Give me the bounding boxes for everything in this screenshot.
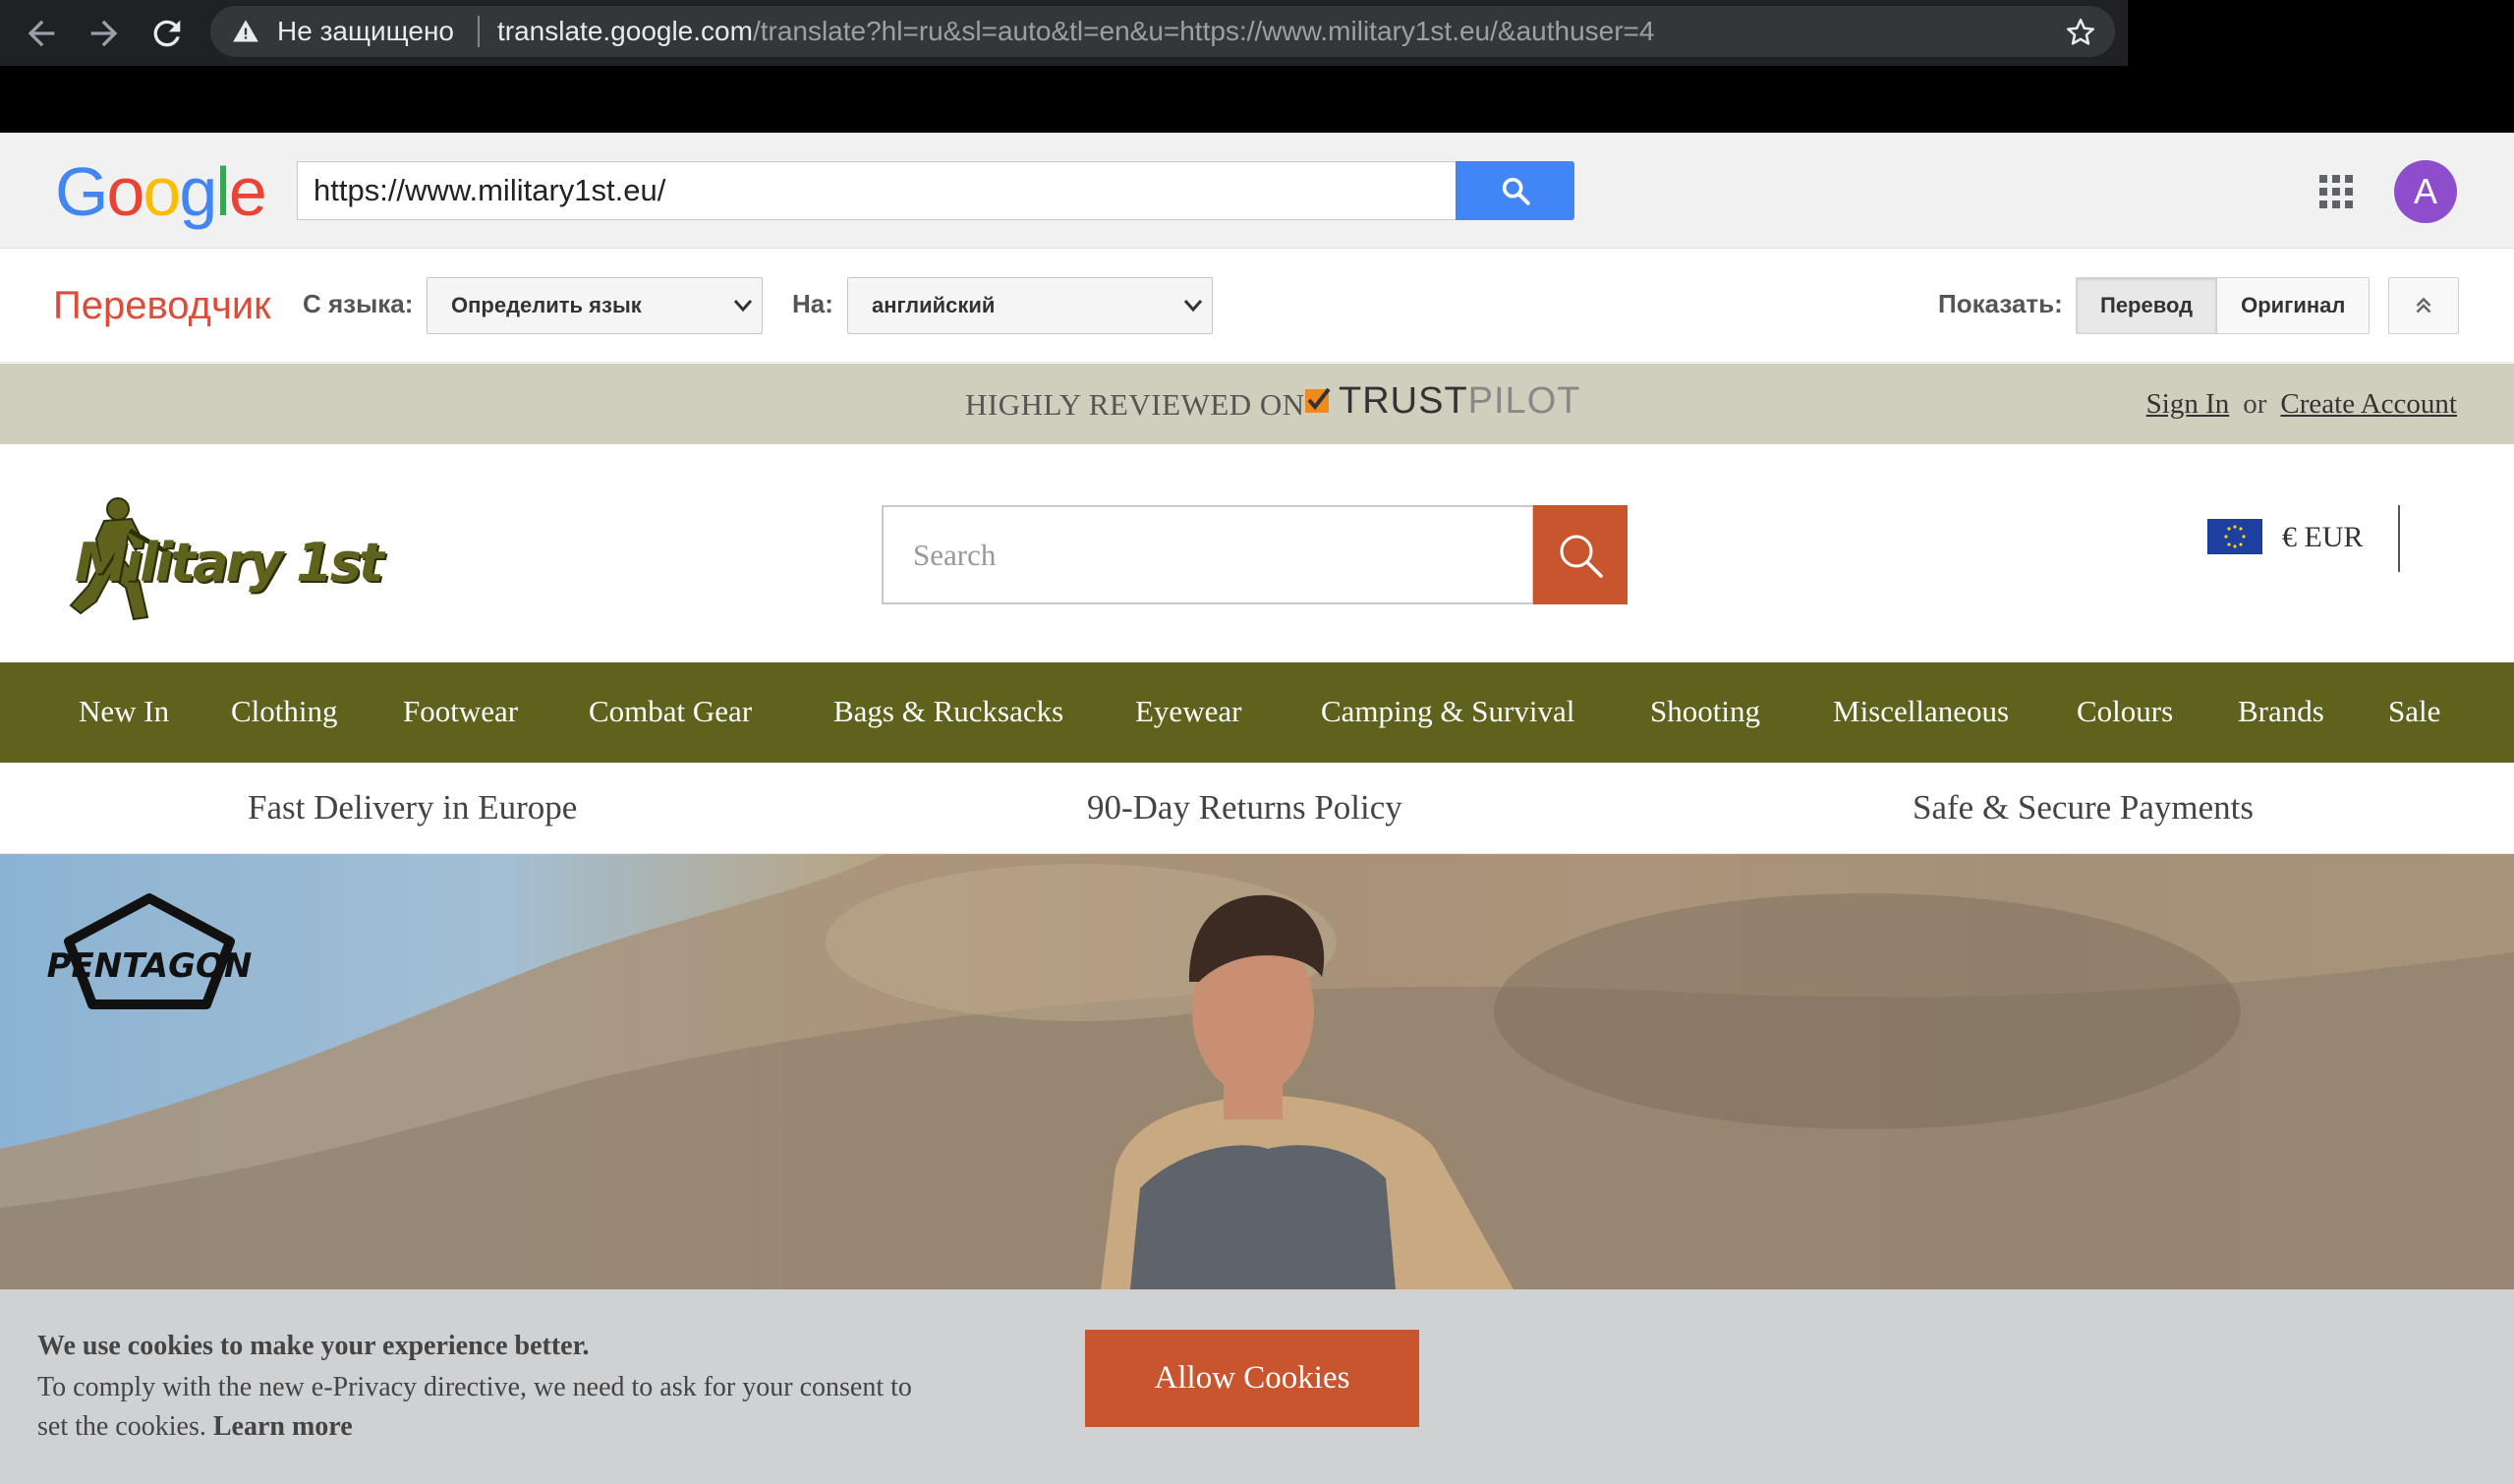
translate-url-submit-button[interactable] bbox=[1456, 161, 1574, 220]
translate-brand[interactable]: Переводчик bbox=[53, 281, 271, 330]
pentagon-logo-text: PENTAGON bbox=[47, 946, 253, 986]
forward-icon[interactable] bbox=[85, 14, 124, 53]
nav-item-eyewear[interactable]: Eyewear bbox=[1135, 692, 1241, 731]
avatar[interactable]: A bbox=[2394, 160, 2457, 223]
allow-cookies-button[interactable]: Allow Cookies bbox=[1085, 1330, 1419, 1427]
show-label: Показать: bbox=[1938, 289, 2063, 318]
nav-item-sale[interactable]: Sale bbox=[2388, 692, 2440, 731]
chevron-up-double-icon bbox=[2416, 297, 2431, 314]
sign-in-link[interactable]: Sign In bbox=[2146, 388, 2230, 420]
browser-toolbar-extension bbox=[2128, 0, 2514, 66]
create-account-link[interactable]: Create Account bbox=[2280, 388, 2457, 420]
from-language-select[interactable]: Определить язык bbox=[427, 277, 763, 334]
google-logo[interactable]: Google bbox=[55, 152, 267, 231]
nav-item-miscellaneous[interactable]: Miscellaneous bbox=[1833, 692, 2009, 731]
apps-grid-icon[interactable] bbox=[2319, 175, 2353, 208]
hero-banner[interactable] bbox=[0, 854, 2514, 1289]
original-view-button[interactable]: Оригинал bbox=[2217, 278, 2370, 333]
trust-text: HIGHLY REVIEWED ON bbox=[965, 387, 1305, 422]
eu-stars bbox=[2224, 525, 2246, 548]
collapse-toolbar-button[interactable] bbox=[2388, 277, 2459, 334]
nav-item-colours[interactable]: Colours bbox=[2077, 692, 2173, 731]
from-language-label: С языка: bbox=[303, 289, 414, 318]
nav-item-combat-gear[interactable]: Combat Gear bbox=[589, 692, 752, 731]
back-icon[interactable] bbox=[22, 14, 61, 53]
browser-bookmarks-area bbox=[0, 66, 2514, 133]
site-logo-text: Military 1st bbox=[75, 532, 384, 594]
usp-returns: 90-Day Returns Policy bbox=[1087, 788, 1402, 827]
translate-url-input[interactable]: https://www.military1st.eu/ bbox=[297, 161, 1457, 220]
insecure-label: Не защищено bbox=[277, 16, 454, 46]
search-icon bbox=[1502, 177, 1530, 205]
logo-letter: g bbox=[179, 153, 217, 230]
nav-item-new-in[interactable]: New In bbox=[79, 692, 169, 731]
hero-image bbox=[0, 854, 2514, 1289]
site-search-input[interactable]: Search bbox=[882, 505, 1534, 604]
logo-letter: o bbox=[106, 153, 144, 230]
trustpilot-brand-b: PILOT bbox=[1467, 380, 1581, 422]
logo-letter: e bbox=[228, 153, 267, 230]
account-links: Sign In or Create Account bbox=[2146, 386, 2457, 422]
trustpilot-check-icon bbox=[1305, 387, 1331, 413]
nav-item-brands[interactable]: Brands bbox=[2238, 692, 2324, 731]
from-language-value: Определить язык bbox=[451, 293, 642, 317]
url-path: /translate?hl=ru&sl=auto&tl=en&u=https:/… bbox=[752, 16, 1655, 46]
cookie-text: To comply with the new e-Privacy directi… bbox=[37, 1372, 912, 1442]
trustpilot-logo[interactable]: TRUSTPILOT bbox=[1303, 381, 1580, 421]
translation-view-button[interactable]: Перевод bbox=[2077, 278, 2218, 333]
currency-selector[interactable]: € EUR bbox=[2282, 519, 2364, 556]
to-language-value: английский bbox=[872, 293, 996, 317]
nav-item-camping-survival[interactable]: Camping & Survival bbox=[1321, 692, 1574, 731]
to-language-select[interactable]: английский bbox=[847, 277, 1213, 334]
search-icon bbox=[1560, 535, 1603, 578]
usp-delivery: Fast Delivery in Europe bbox=[248, 788, 578, 827]
cookie-title: We use cookies to make your experience b… bbox=[37, 1331, 590, 1361]
pentagon-brand-logo[interactable]: PENTAGON bbox=[33, 892, 265, 1014]
address-bar[interactable]: Не защищено translate.google.com/transla… bbox=[210, 6, 2115, 57]
url-text[interactable]: translate.google.com/translate?hl=ru&sl=… bbox=[497, 18, 1654, 45]
address-separator bbox=[478, 16, 480, 47]
logo-letter: G bbox=[55, 153, 108, 230]
logo-letter: l bbox=[215, 153, 231, 230]
chevron-down-icon bbox=[733, 300, 753, 313]
eu-flag-icon[interactable] bbox=[2207, 519, 2262, 554]
chevron-down-icon bbox=[1183, 300, 1203, 313]
view-toggle: Перевод Оригинал bbox=[2076, 277, 2371, 334]
site-search-button[interactable] bbox=[1533, 505, 1628, 604]
nav-item-clothing[interactable]: Clothing bbox=[231, 692, 338, 731]
usp-payments: Safe & Secure Payments bbox=[1913, 788, 2254, 827]
nav-item-footwear[interactable]: Footwear bbox=[403, 692, 518, 731]
header-divider bbox=[2398, 505, 2400, 572]
logo-letter: o bbox=[143, 153, 181, 230]
learn-more-link[interactable]: Learn more bbox=[213, 1411, 353, 1442]
nav-item-bags-rucksacks[interactable]: Bags & Rucksacks bbox=[833, 692, 1063, 731]
star-icon[interactable] bbox=[2064, 16, 2097, 49]
cookie-text-block: To comply with the new e-Privacy directi… bbox=[37, 1368, 942, 1447]
nav-item-shooting[interactable]: Shooting bbox=[1650, 692, 1760, 731]
reload-icon[interactable] bbox=[147, 14, 187, 53]
url-host: translate.google.com bbox=[497, 16, 753, 46]
to-language-label: На: bbox=[792, 289, 833, 318]
trustpilot-brand-a: TRUST bbox=[1339, 380, 1468, 422]
or-text: or bbox=[2243, 388, 2267, 420]
warning-icon bbox=[233, 20, 258, 42]
